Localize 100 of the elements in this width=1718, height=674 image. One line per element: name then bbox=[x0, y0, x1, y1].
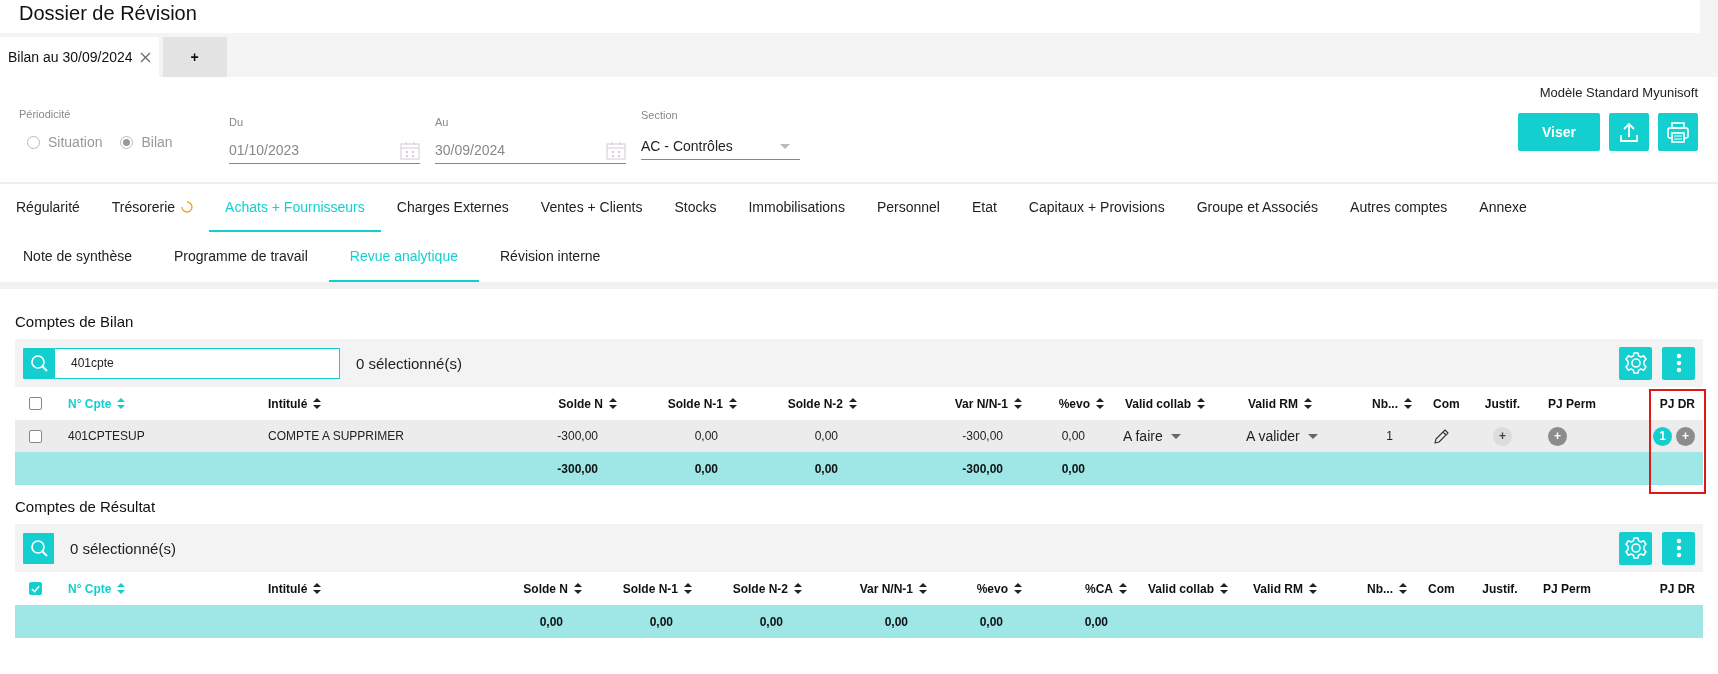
column-header: PJ DR bbox=[1659, 581, 1695, 596]
nav-tab[interactable]: Programme de travail bbox=[152, 232, 329, 282]
tab[interactable]: Bilan au 30/09/2024 bbox=[0, 37, 159, 77]
sort-icon[interactable] bbox=[1119, 583, 1127, 594]
total-cell: 0,00 bbox=[1084, 614, 1108, 629]
selection-count: 0 sélectionné(s) bbox=[70, 539, 176, 557]
sort-icon[interactable] bbox=[849, 398, 857, 409]
sort-icon[interactable] bbox=[794, 583, 802, 594]
nav-tab[interactable]: Groupe et Associés bbox=[1180, 184, 1335, 232]
sort-icon[interactable] bbox=[313, 398, 322, 409]
column-header: PJ Perm bbox=[1543, 581, 1592, 596]
column-header[interactable]: Var N/N-1 bbox=[954, 396, 1022, 411]
column-header[interactable]: Solde N bbox=[558, 396, 617, 411]
field-label: Au bbox=[435, 116, 450, 130]
caret-down-icon[interactable] bbox=[1170, 433, 1181, 439]
sort-icon[interactable] bbox=[919, 583, 927, 594]
status-dropdown[interactable]: A valider bbox=[1246, 428, 1318, 444]
table-cell: -300,00 bbox=[962, 429, 1003, 443]
column-header[interactable]: Solde N-2 bbox=[732, 581, 802, 596]
search-field[interactable]: 401cpte bbox=[54, 347, 340, 379]
close-icon[interactable] bbox=[139, 51, 151, 63]
column-header[interactable]: Valid collab bbox=[1125, 396, 1206, 411]
sort-icon[interactable] bbox=[684, 583, 692, 594]
table-cell: COMPTE A SUPPRIMER bbox=[268, 429, 405, 443]
nav-tab[interactable]: Immobilisations bbox=[732, 184, 861, 232]
total-cell: 0,00 bbox=[539, 614, 563, 629]
total-cell: 0,00 bbox=[814, 461, 838, 476]
sort-icon[interactable] bbox=[1304, 398, 1312, 409]
column-header[interactable]: Intitulé bbox=[268, 396, 322, 411]
spinner-icon bbox=[181, 201, 194, 213]
sort-icon[interactable] bbox=[1014, 398, 1022, 409]
checkbox[interactable] bbox=[28, 582, 42, 595]
sort-icon[interactable] bbox=[609, 398, 617, 409]
total-cell: 0,00 bbox=[979, 614, 1003, 629]
total-cell: 0,00 bbox=[759, 614, 783, 629]
tab[interactable]: + bbox=[162, 37, 227, 77]
sort-icon[interactable] bbox=[1096, 398, 1104, 409]
nav-tab[interactable]: Note de synthèse bbox=[2, 232, 153, 282]
column-header[interactable]: Valid RM bbox=[1248, 396, 1312, 411]
table-cell: 1 bbox=[1386, 429, 1393, 443]
nav-tab[interactable]: Régularité bbox=[0, 184, 96, 232]
column-header[interactable]: Var N/N-1 bbox=[859, 581, 927, 596]
sort-icon[interactable] bbox=[574, 583, 582, 594]
upload-icon bbox=[1618, 121, 1640, 143]
page-title: Dossier de Révision bbox=[19, 1, 197, 26]
column-header[interactable]: %CA bbox=[1085, 581, 1127, 596]
column-header[interactable]: Nb... bbox=[1367, 581, 1407, 596]
column-header[interactable]: Solde N-1 bbox=[667, 396, 737, 411]
nav-tab[interactable]: Etat bbox=[955, 184, 1013, 232]
nav-tab[interactable]: Trésorerie bbox=[95, 184, 210, 232]
column-header[interactable]: Valid collab bbox=[1148, 581, 1229, 596]
checkbox[interactable] bbox=[28, 397, 42, 410]
more-icon bbox=[1675, 538, 1682, 558]
add-button[interactable]: + bbox=[1493, 426, 1512, 446]
sort-icon[interactable] bbox=[729, 398, 737, 409]
table-row[interactable]: 401CPTESUP COMPTE A SUPPRIMER -300,00 0,00 0,00 -300,00 0,00 A faire A valider 1 + + 1 + bbox=[15, 420, 1703, 452]
column-header[interactable]: %evo bbox=[1058, 396, 1104, 411]
column-header[interactable]: Solde N-1 bbox=[622, 581, 692, 596]
caret-down-icon[interactable] bbox=[1307, 433, 1318, 439]
column-header[interactable]: Solde N bbox=[523, 581, 582, 596]
total-cell: 0,00 bbox=[649, 614, 673, 629]
field-label: Section bbox=[641, 109, 679, 123]
nav-tab[interactable]: Révision interne bbox=[479, 232, 622, 282]
column-header[interactable]: Nb... bbox=[1372, 396, 1412, 411]
column-header: PJ Perm bbox=[1548, 396, 1597, 411]
sort-icon[interactable] bbox=[1220, 583, 1229, 594]
column-header: PJ DR bbox=[1659, 396, 1695, 411]
column-header: Justif. bbox=[1484, 396, 1521, 411]
field-label: Périodicité bbox=[19, 108, 72, 122]
nav-tab[interactable]: Charges Externes bbox=[380, 184, 525, 232]
column-header[interactable]: %evo bbox=[976, 581, 1022, 596]
column-header[interactable]: Valid RM bbox=[1253, 581, 1317, 596]
more-icon bbox=[1675, 353, 1682, 373]
nav-tab[interactable]: Autres comptes bbox=[1334, 184, 1464, 232]
nav-tab[interactable]: Personnel bbox=[860, 184, 956, 232]
model-name: Modèle Standard Myunisoft bbox=[1539, 85, 1698, 100]
sort-icon[interactable] bbox=[1309, 583, 1317, 594]
column-header[interactable]: Intitulé bbox=[268, 581, 322, 596]
sort-icon[interactable] bbox=[1404, 398, 1412, 409]
selection-count: 0 sélectionné(s) bbox=[356, 354, 462, 372]
nav-tab[interactable]: Annexe bbox=[1463, 184, 1543, 232]
status-dropdown[interactable]: A faire bbox=[1123, 428, 1181, 444]
printer-icon bbox=[1667, 121, 1689, 143]
settings-icon bbox=[1623, 536, 1648, 560]
section-dropdown[interactable]: AC - Contrôles bbox=[641, 133, 800, 160]
nav-tab[interactable]: Capitaux + Provisions bbox=[1012, 184, 1181, 232]
column-header: Com bbox=[1433, 396, 1460, 411]
section-title: Comptes de Bilan bbox=[15, 313, 134, 330]
sort-icon[interactable] bbox=[313, 583, 322, 594]
nav-tab[interactable]: Stocks bbox=[658, 184, 733, 232]
column-header: Justif. bbox=[1482, 581, 1518, 596]
sort-icon[interactable] bbox=[1197, 398, 1206, 409]
pencil-icon[interactable] bbox=[1433, 427, 1450, 445]
nav-tab[interactable]: Ventes + Clients bbox=[524, 184, 659, 232]
table-cell: 0,00 bbox=[814, 429, 838, 443]
column-header[interactable]: Solde N-2 bbox=[787, 396, 857, 411]
section-title: Comptes de Résultat bbox=[15, 498, 156, 515]
sort-icon[interactable] bbox=[1014, 583, 1022, 594]
checkbox[interactable] bbox=[28, 429, 42, 443]
sort-icon[interactable] bbox=[1399, 583, 1407, 594]
